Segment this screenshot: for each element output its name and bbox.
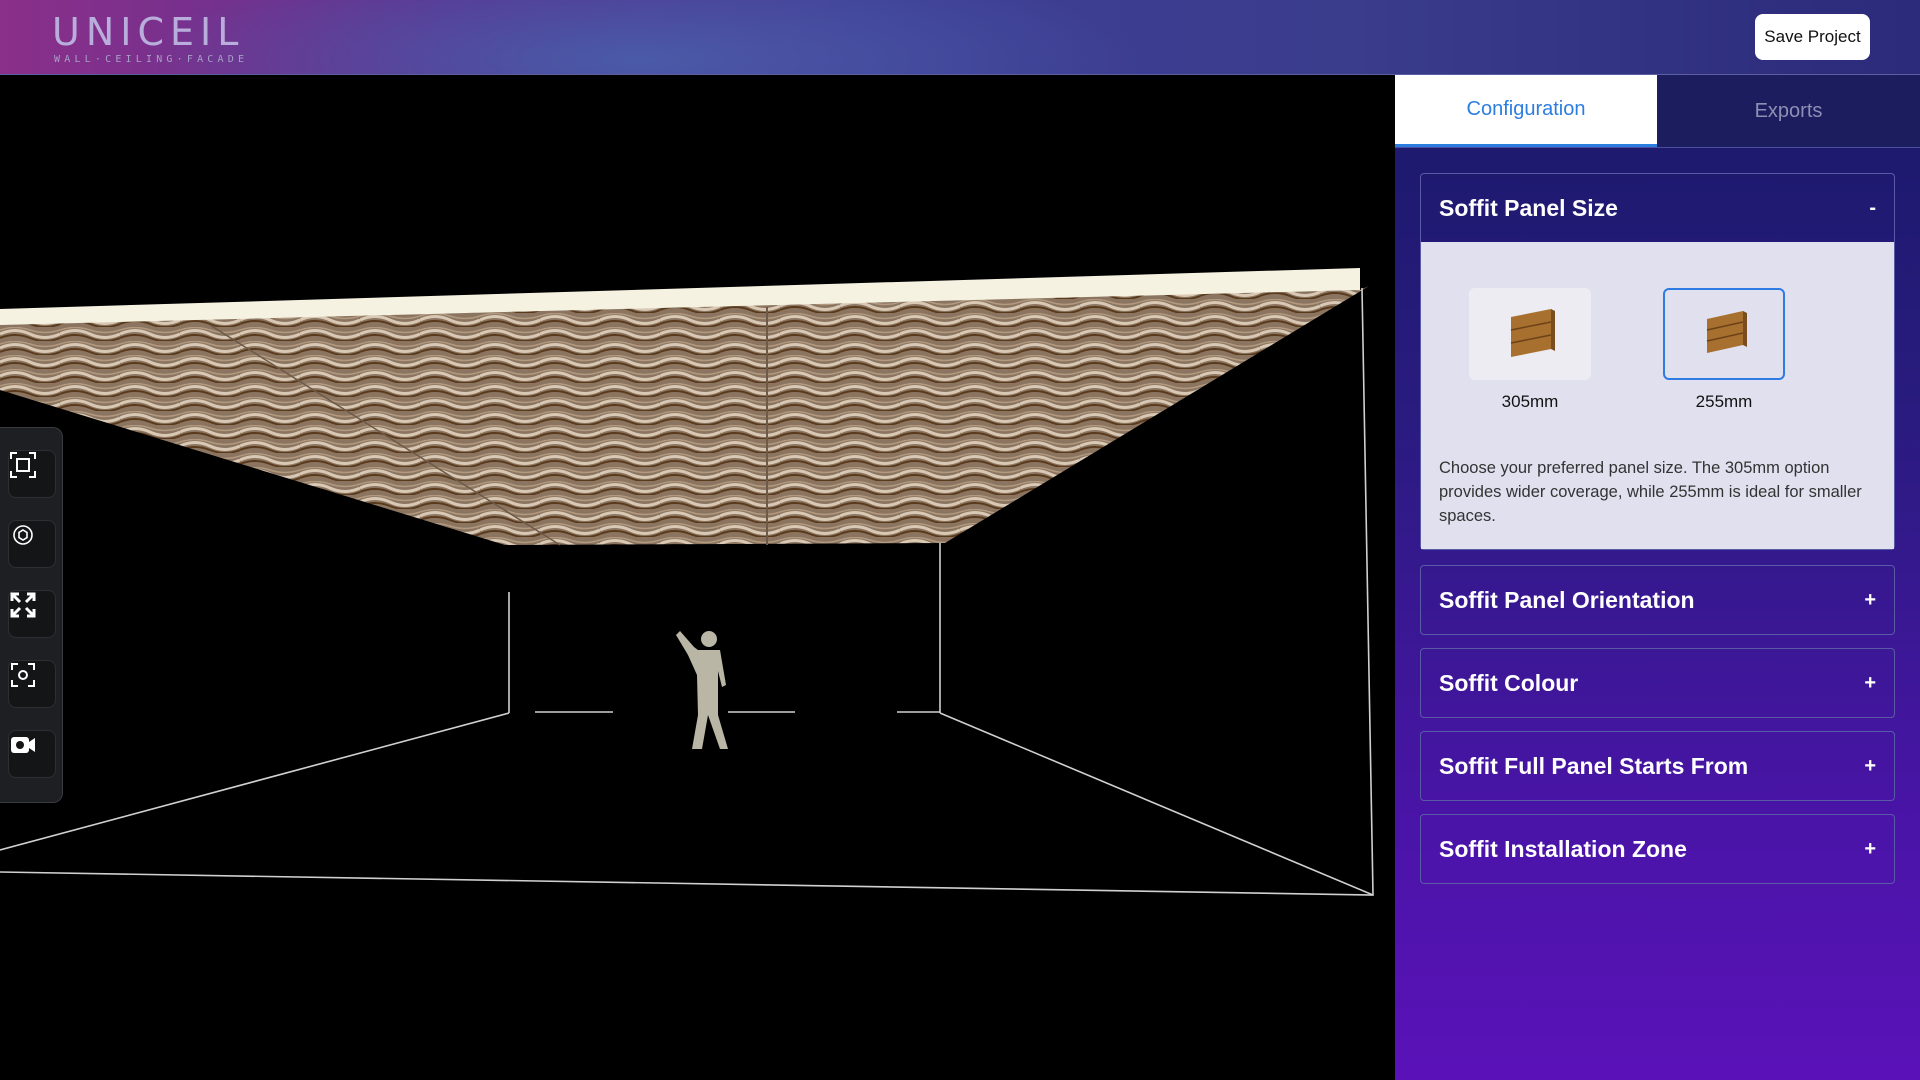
expand-icon[interactable]: + xyxy=(1864,755,1876,778)
section-soffit-full-panel-starts-from[interactable]: Soffit Full Panel Starts From + xyxy=(1420,731,1895,801)
collapse-icon[interactable]: - xyxy=(1869,197,1876,220)
wood-panel-thumbnail xyxy=(1706,311,1747,353)
save-project-button[interactable]: Save Project xyxy=(1755,14,1870,60)
panel-tabs: Configuration Exports xyxy=(1395,75,1920,148)
section-title: Soffit Panel Orientation xyxy=(1439,586,1695,613)
section-title: Soffit Colour xyxy=(1439,669,1579,696)
section-header[interactable]: Soffit Panel Orientation + xyxy=(1421,566,1894,634)
expand-icon[interactable]: + xyxy=(1864,672,1876,695)
section-soffit-panel-orientation[interactable]: Soffit Panel Orientation + xyxy=(1420,565,1895,635)
camera-icon xyxy=(11,737,35,753)
tab-configuration[interactable]: Configuration xyxy=(1395,75,1657,147)
expand-icon[interactable]: + xyxy=(1864,838,1876,861)
config-panel: Configuration Exports Soffit Panel Size … xyxy=(1395,75,1920,1080)
expand-icon[interactable]: + xyxy=(1864,589,1876,612)
focus-view-button[interactable] xyxy=(8,660,56,708)
scene-render xyxy=(0,268,1374,896)
section-soffit-panel-size: Soffit Panel Size - 305mm 255mm Choose y… xyxy=(1420,173,1895,550)
size-option-305[interactable] xyxy=(1469,288,1591,380)
wood-panel-thumbnail xyxy=(1510,309,1555,357)
section-body: 305mm 255mm Choose your preferred panel … xyxy=(1421,242,1894,549)
section-header[interactable]: Soffit Full Panel Starts From + xyxy=(1421,732,1894,800)
section-soffit-installation-zone[interactable]: Soffit Installation Zone + xyxy=(1420,814,1895,884)
section-title: Soffit Panel Size xyxy=(1439,194,1618,221)
section-description: Choose your preferred panel size. The 30… xyxy=(1439,459,1862,525)
frame-view-button[interactable] xyxy=(8,450,56,498)
orbit-view-button[interactable] xyxy=(8,520,56,568)
size-option-label: 305mm xyxy=(1501,392,1559,411)
view-toolbar xyxy=(0,427,63,803)
fullscreen-button[interactable] xyxy=(8,590,56,638)
fullscreen-icon xyxy=(10,592,36,618)
logo-tagline: WALL·CEILING·FACADE xyxy=(54,54,249,65)
logo[interactable]: UNICEIL WALL·CEILING·FACADE xyxy=(52,10,292,70)
size-option-255[interactable] xyxy=(1663,288,1785,380)
size-option-label: 255mm xyxy=(1695,392,1753,411)
section-soffit-colour[interactable]: Soffit Colour + xyxy=(1420,648,1895,718)
human-figure xyxy=(676,631,728,749)
camera-view-button[interactable] xyxy=(8,730,56,778)
frame-icon xyxy=(10,452,36,478)
focus-icon xyxy=(11,663,35,687)
section-title: Soffit Installation Zone xyxy=(1439,835,1687,862)
rotate-icon xyxy=(13,525,33,545)
tab-exports[interactable]: Exports xyxy=(1657,75,1920,147)
section-title: Soffit Full Panel Starts From xyxy=(1439,752,1749,779)
section-header[interactable]: Soffit Installation Zone + xyxy=(1421,815,1894,883)
section-header[interactable]: Soffit Colour + xyxy=(1421,649,1894,717)
app-header: UNICEIL WALL·CEILING·FACADE Save Project xyxy=(0,0,1920,75)
soffit-ceiling-surface xyxy=(0,286,1369,545)
3d-viewport[interactable] xyxy=(0,75,1395,1080)
section-header[interactable]: Soffit Panel Size - xyxy=(1421,174,1894,242)
logo-wordmark: UNICEIL xyxy=(52,10,245,54)
